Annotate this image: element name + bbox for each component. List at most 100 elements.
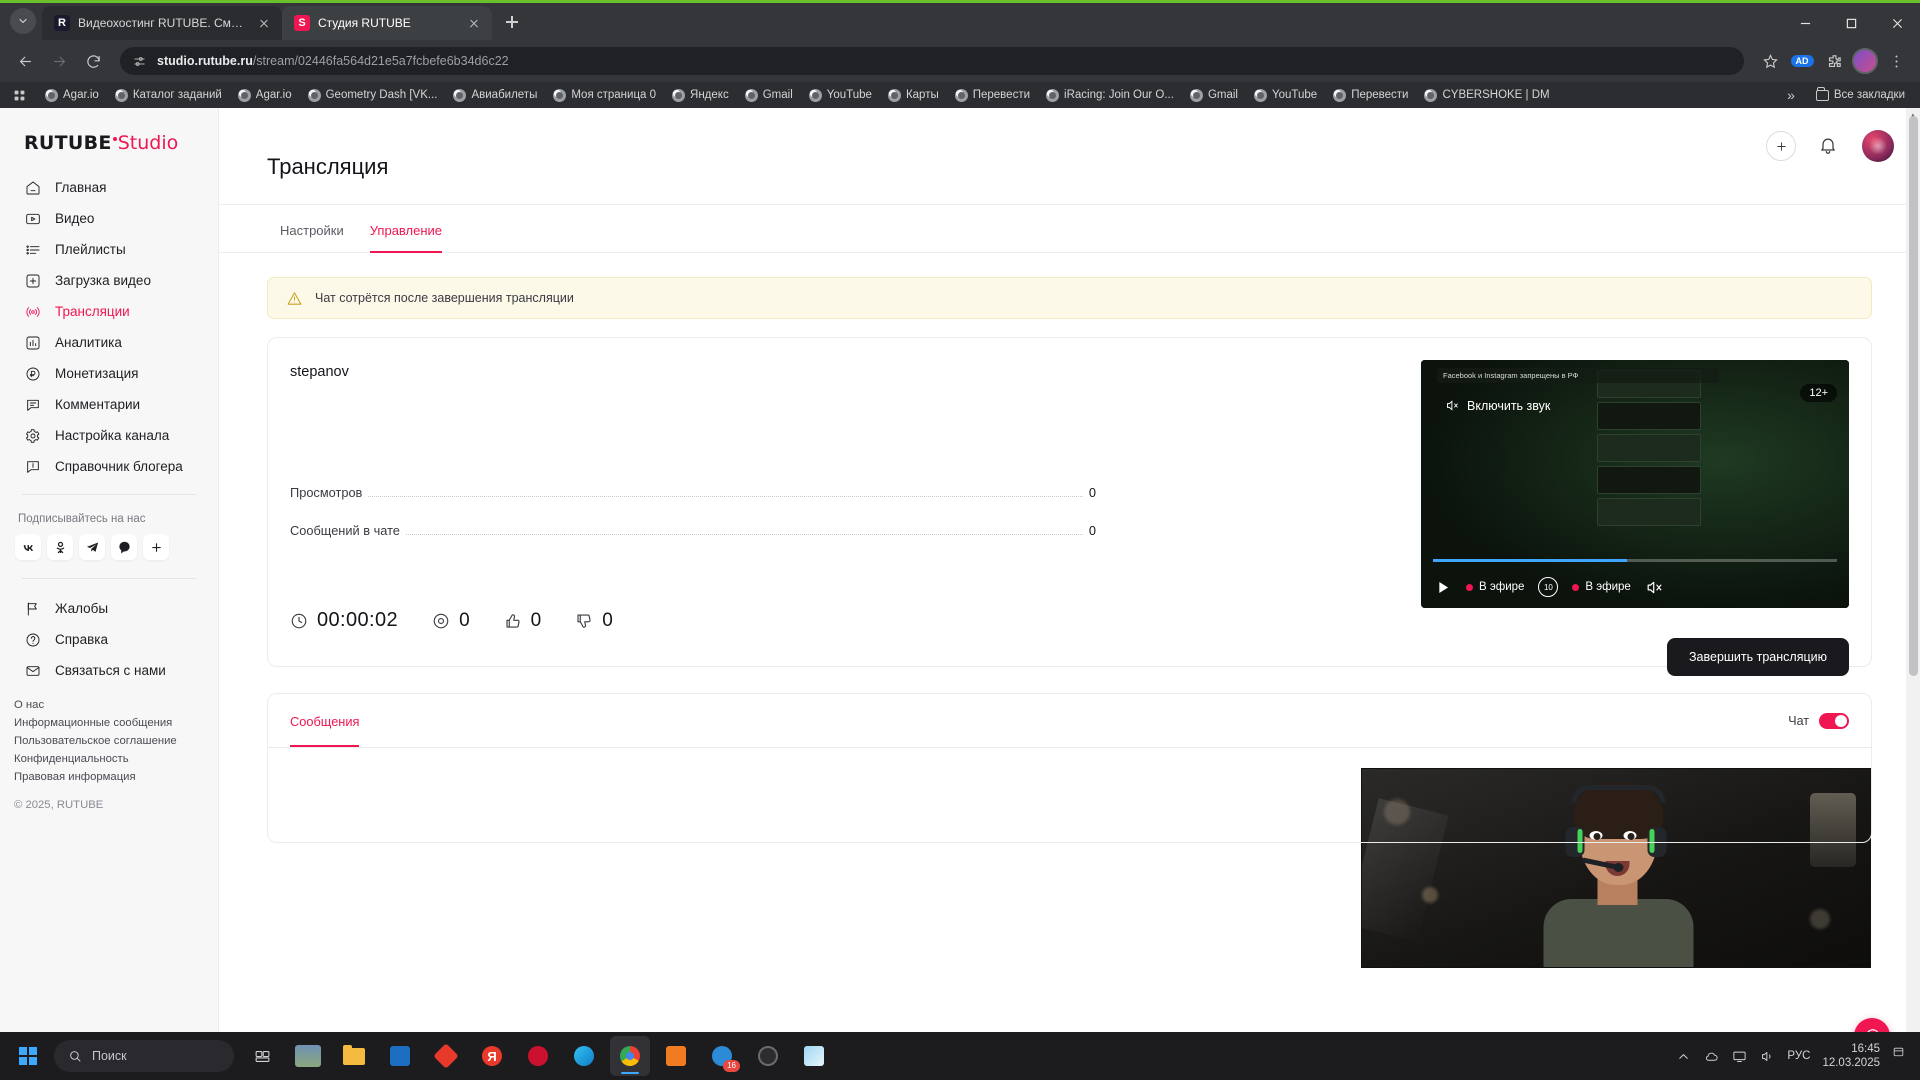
language-indicator[interactable]: РУС — [1787, 1050, 1810, 1062]
yandex-browser-button[interactable]: Я — [472, 1036, 512, 1076]
start-button[interactable] — [6, 1034, 50, 1078]
chevron-up-icon[interactable] — [1675, 1048, 1691, 1064]
sidebar-item-8[interactable]: Комментарии — [0, 389, 218, 420]
plus-icon[interactable] — [143, 534, 169, 560]
page-scrollbar[interactable]: ▲ ▼ — [1906, 108, 1920, 1080]
footer-link[interactable]: О нас — [14, 698, 218, 712]
sidebar-link-3[interactable]: Связаться с нами — [0, 655, 218, 686]
forward-button[interactable] — [44, 46, 74, 76]
obs-app-button[interactable] — [656, 1036, 696, 1076]
user-avatar[interactable] — [1862, 130, 1894, 162]
edge-browser-button[interactable] — [564, 1036, 604, 1076]
bookmark-item[interactable]: YouTube — [802, 87, 879, 104]
tab-messages[interactable]: Сообщения — [290, 696, 360, 747]
plus-circle-icon[interactable] — [1766, 131, 1796, 161]
bookmark-item[interactable]: Перевести — [948, 87, 1037, 104]
bookmark-item[interactable]: Gmail — [738, 87, 800, 104]
end-stream-button[interactable]: Завершить трансляцию — [1667, 638, 1849, 676]
bookmark-item[interactable]: YouTube — [1247, 87, 1324, 104]
cloud-icon[interactable] — [1703, 1048, 1719, 1064]
sidebar-link-1[interactable]: Жалобы — [0, 593, 218, 624]
vk-icon[interactable] — [15, 534, 41, 560]
sidebar-item-4[interactable]: Загрузка видео — [0, 265, 218, 296]
extensions-button[interactable] — [1820, 47, 1848, 75]
live-indicator-right[interactable]: В эфире — [1572, 581, 1631, 593]
chat-toggle[interactable] — [1819, 712, 1849, 729]
volume-mute-button[interactable] — [1645, 578, 1664, 597]
file-explorer-button[interactable] — [334, 1036, 374, 1076]
taskbar-search[interactable]: Поиск — [54, 1040, 234, 1072]
bookmark-item[interactable]: Agar.io — [231, 87, 299, 104]
bookmarks-overflow-button[interactable]: » — [1781, 87, 1801, 103]
new-tab-button[interactable] — [498, 8, 526, 36]
sidebar-item-2[interactable]: Видео — [0, 203, 218, 234]
stream-preview-player[interactable]: Facebook и Instagram запрещены в РФ 12+ … — [1421, 360, 1849, 608]
apps-shortcut-icon[interactable] — [8, 85, 30, 105]
clock[interactable]: 16:45 12.03.2025 — [1822, 1042, 1880, 1070]
scrollbar-thumb[interactable] — [1909, 116, 1918, 676]
paint-app-button[interactable] — [794, 1036, 834, 1076]
sidebar-item-3[interactable]: Плейлисты — [0, 234, 218, 265]
footer-link[interactable]: Информационные сообщения — [14, 716, 218, 730]
all-bookmarks-button[interactable]: Все закладки — [1809, 87, 1912, 103]
close-icon[interactable] — [256, 15, 272, 31]
ok-icon[interactable] — [47, 534, 73, 560]
tab-settings[interactable]: Настройки — [267, 205, 357, 252]
minimize-button[interactable] — [1782, 3, 1828, 43]
messenger-app-button[interactable]: 16 — [702, 1036, 742, 1076]
bookmark-item[interactable]: Geometry Dash [VK... — [301, 87, 445, 104]
maximize-button[interactable] — [1828, 3, 1874, 43]
sidebar-item-6[interactable]: Аналитика — [0, 327, 218, 358]
red-diamond-app-button[interactable] — [426, 1036, 466, 1076]
browser-tab-2[interactable]: S Студия RUTUBE — [282, 6, 492, 40]
opera-browser-button[interactable] — [518, 1036, 558, 1076]
bookmark-item[interactable]: Авиабилеты — [446, 87, 544, 104]
sidebar-item-5[interactable]: Трансляции — [0, 296, 218, 327]
bookmark-item[interactable]: CYBERSHOKE | DM — [1417, 87, 1556, 104]
sidebar-item-1[interactable]: Главная — [0, 172, 218, 203]
tab-management[interactable]: Управление — [357, 205, 455, 253]
close-icon[interactable] — [466, 15, 482, 31]
profile-avatar[interactable] — [1852, 48, 1878, 74]
play-pause-button[interactable] — [1433, 578, 1452, 597]
bookmark-item[interactable]: iRacing: Join Our O... — [1039, 87, 1181, 104]
bookmark-item[interactable]: Gmail — [1183, 87, 1245, 104]
unmute-button[interactable]: Включить звук — [1445, 398, 1550, 413]
bookmark-item[interactable]: Каталог заданий — [108, 87, 229, 104]
volume-icon[interactable] — [1759, 1048, 1775, 1064]
skip-forward-10-button[interactable]: 10 — [1538, 577, 1559, 597]
viber-icon[interactable] — [111, 534, 137, 560]
task-view-button[interactable] — [242, 1036, 282, 1076]
extension-badge[interactable]: AD — [1788, 47, 1816, 75]
reload-button[interactable] — [78, 46, 108, 76]
game-app-button[interactable] — [288, 1036, 328, 1076]
bookmark-item[interactable]: Яндекс — [665, 87, 736, 104]
address-bar[interactable]: studio.rutube.ru/stream/02446fa564d21e5a… — [120, 47, 1744, 75]
site-settings-icon[interactable] — [132, 54, 147, 69]
preview-seek-bar[interactable] — [1433, 559, 1837, 562]
close-window-button[interactable] — [1874, 3, 1920, 43]
sidebar-item-7[interactable]: Монетизация — [0, 358, 218, 389]
notification-icon[interactable] — [1892, 1046, 1904, 1066]
bell-icon[interactable] — [1818, 135, 1840, 157]
back-button[interactable] — [10, 46, 40, 76]
bookmark-item[interactable]: Моя страница 0 — [546, 87, 663, 104]
rutube-studio-logo[interactable]: RUTUBE Studio — [0, 122, 218, 172]
footer-link[interactable]: Пользовательское соглашение — [14, 734, 218, 748]
browser-tab-1[interactable]: R Видеохостинг RUTUBE. Смотр... — [42, 6, 282, 40]
sidebar-link-2[interactable]: Справка — [0, 624, 218, 655]
bookmark-star-button[interactable] — [1756, 47, 1784, 75]
bookmark-item[interactable]: Agar.io — [38, 87, 106, 104]
tab-search-button[interactable] — [10, 8, 36, 34]
chrome-browser-button[interactable] — [610, 1036, 650, 1076]
footer-link[interactable]: Правовая информация — [14, 770, 218, 784]
sidebar-item-10[interactable]: Справочник блогера — [0, 451, 218, 482]
monitor-icon[interactable] — [1731, 1048, 1747, 1064]
bookmark-item[interactable]: Перевести — [1326, 87, 1415, 104]
disc-app-button[interactable] — [748, 1036, 788, 1076]
store-app-button[interactable] — [380, 1036, 420, 1076]
footer-link[interactable]: Конфиденциальность — [14, 752, 218, 766]
sidebar-item-9[interactable]: Настройка канала — [0, 420, 218, 451]
telegram-icon[interactable] — [79, 534, 105, 560]
browser-menu-button[interactable] — [1882, 47, 1910, 75]
